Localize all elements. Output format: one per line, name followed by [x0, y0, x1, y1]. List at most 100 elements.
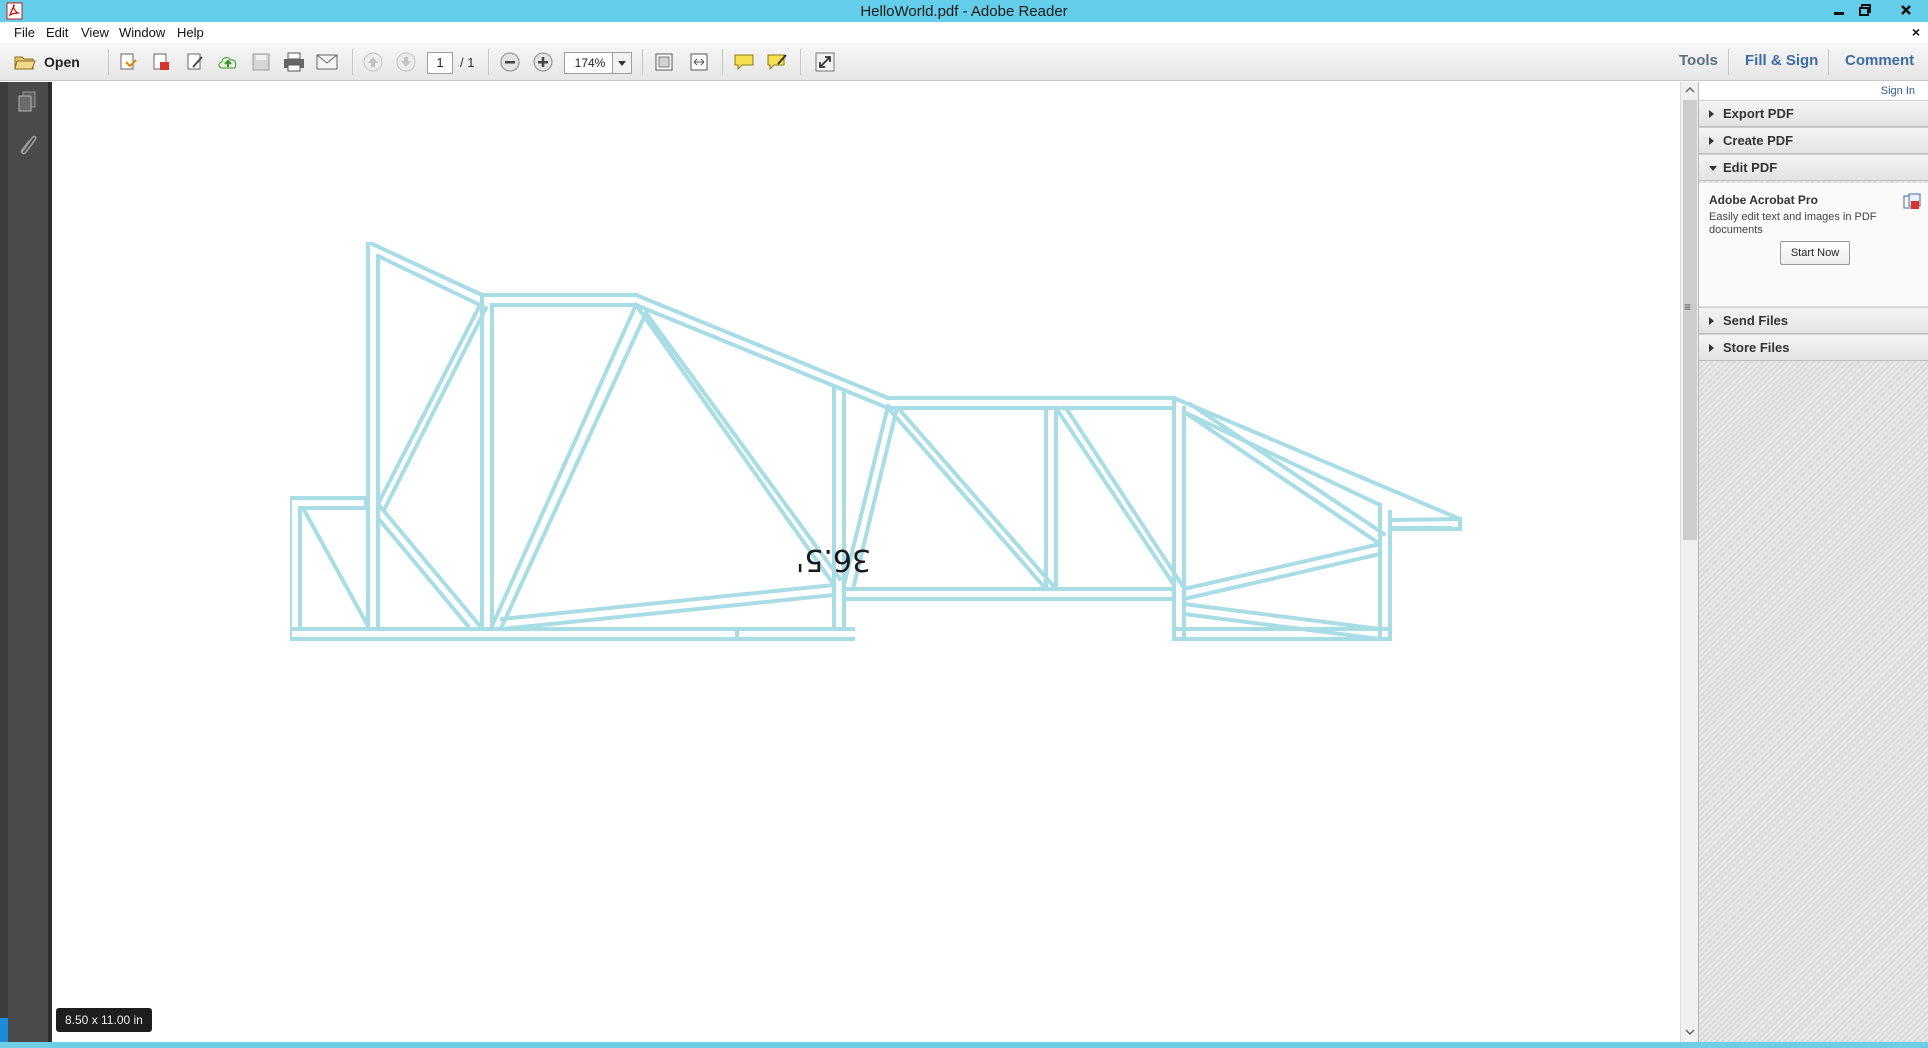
navigation-pane [0, 82, 48, 1048]
page-total: / 1 [460, 55, 475, 70]
cloud-upload-icon [218, 57, 237, 69]
expand-triangle-icon [1709, 317, 1714, 325]
chevron-down-icon [1685, 1029, 1695, 1035]
page-number-input[interactable]: 1 [427, 52, 453, 74]
fit-page-icon [655, 53, 673, 71]
expand-icon [815, 52, 835, 72]
section-send-files[interactable]: Send Files [1699, 307, 1928, 334]
previous-page-button[interactable] [361, 50, 385, 74]
menu-file[interactable]: File [14, 25, 35, 40]
vertical-scrollbar[interactable] [1680, 82, 1698, 1042]
promo-title: Adobe Acrobat Pro [1709, 193, 1818, 207]
title-bar: HelloWorld.pdf - Adobe Reader [0, 0, 1928, 22]
tools-panel: Sign In Export PDF Create PDF Edit PDF A… [1698, 82, 1928, 1048]
scroll-up-button[interactable] [1681, 82, 1699, 98]
panel-resize-grip-icon[interactable]: ≡ [1684, 300, 1691, 314]
scrollbar-thumb[interactable] [1683, 100, 1697, 540]
collapse-triangle-icon [1709, 166, 1717, 171]
promo-description: Easily edit text and images in PDF docum… [1709, 211, 1877, 236]
document-view[interactable]: 36.5' [48, 82, 1680, 1042]
zoom-in-button[interactable] [531, 50, 555, 74]
sign-in-link[interactable]: Sign In [1699, 82, 1928, 100]
section-store-files[interactable]: Store Files [1699, 334, 1928, 361]
section-create-pdf[interactable]: Create PDF [1699, 127, 1928, 154]
menu-view[interactable]: View [81, 25, 109, 40]
section-edit-pdf-label: Edit PDF [1723, 160, 1778, 175]
next-page-button[interactable] [394, 50, 418, 74]
highlight-text-button[interactable] [765, 50, 789, 74]
read-mode-button[interactable] [813, 50, 837, 74]
comment-tab[interactable]: Comment [1845, 52, 1914, 69]
email-button[interactable] [315, 50, 339, 74]
save-button[interactable] [249, 50, 273, 74]
toolbar-separator [108, 49, 109, 75]
page-size-badge: 8.50 x 11.00 in [56, 1008, 152, 1032]
edit-pdf-icon [187, 53, 203, 70]
export-pdf-icon [153, 53, 169, 70]
toolbar-separator [1728, 49, 1729, 75]
fill-sign-tab[interactable]: Fill & Sign [1745, 52, 1818, 69]
plus-icon [533, 52, 553, 72]
page-thumbnails-icon[interactable] [16, 90, 38, 114]
toolbar-separator [800, 49, 801, 75]
fit-page-button[interactable] [652, 50, 676, 74]
minimize-icon [1834, 12, 1844, 15]
dimension-label: 36.5' [796, 542, 872, 577]
truss-drawing [290, 242, 1463, 642]
open-button[interactable]: Open [14, 50, 80, 74]
save-icon [252, 53, 270, 71]
restore-icon [1859, 4, 1871, 16]
edit-pdf-promo: Adobe Acrobat Pro Easily edit text and i… [1699, 183, 1928, 307]
speech-bubble-icon [734, 54, 754, 71]
edit-pdf-button[interactable] [183, 50, 207, 74]
arrow-down-icon [396, 52, 416, 72]
expand-triangle-icon [1709, 344, 1714, 352]
main-toolbar: Open 1 / 1 174% Tools Fill & Sign Commen… [0, 43, 1928, 81]
acrobat-promo-icon[interactable] [1903, 193, 1921, 211]
section-export-pdf-label: Export PDF [1723, 106, 1794, 121]
section-export-pdf[interactable]: Export PDF [1699, 100, 1928, 127]
toolbar-separator [642, 49, 643, 75]
minimize-button[interactable] [1826, 0, 1852, 20]
start-now-button[interactable]: Start Now [1780, 241, 1850, 265]
adobe-reader-window: HelloWorld.pdf - Adobe Reader File Edit … [0, 0, 1928, 1048]
section-store-files-label: Store Files [1723, 340, 1790, 355]
section-edit-pdf[interactable]: Edit PDF [1699, 154, 1928, 181]
zoom-out-button[interactable] [498, 50, 522, 74]
create-pdf-icon [120, 53, 137, 70]
window-title: HelloWorld.pdf - Adobe Reader [860, 3, 1068, 20]
toolbar-separator [488, 49, 489, 75]
menu-window[interactable]: Window [119, 25, 165, 40]
menu-edit[interactable]: Edit [46, 25, 68, 40]
toolbar-separator [352, 49, 353, 75]
print-icon [284, 52, 304, 72]
fit-width-button[interactable] [687, 50, 711, 74]
tools-tab[interactable]: Tools [1679, 52, 1718, 69]
arrow-up-icon [363, 52, 383, 72]
upload-cloud-button[interactable] [216, 50, 240, 74]
close-window-button[interactable] [1890, 0, 1922, 20]
attachments-paperclip-icon[interactable] [16, 132, 38, 156]
zoom-level-input[interactable]: 174% [564, 52, 616, 74]
expand-triangle-icon [1709, 110, 1714, 118]
scroll-down-button[interactable] [1681, 1024, 1699, 1040]
section-send-files-label: Send Files [1723, 313, 1789, 328]
expand-triangle-icon [1709, 137, 1714, 145]
minus-icon [500, 52, 520, 72]
print-button[interactable] [282, 50, 306, 74]
fit-width-icon [690, 53, 708, 71]
create-pdf-button[interactable] [116, 50, 140, 74]
zoom-dropdown-button[interactable] [612, 52, 632, 74]
menu-help[interactable]: Help [177, 25, 204, 40]
close-icon [1901, 5, 1911, 15]
menu-bar: File Edit View Window Help × [0, 22, 1928, 43]
envelope-icon [316, 54, 338, 70]
chevron-down-icon [618, 60, 626, 66]
open-folder-icon [14, 56, 36, 70]
sticky-note-button[interactable] [732, 50, 756, 74]
toolbar-separator [1828, 49, 1829, 75]
toolbar-separator [722, 49, 723, 75]
export-pdf-button[interactable] [149, 50, 173, 74]
close-document-button[interactable]: × [1912, 24, 1920, 40]
restore-button[interactable] [1852, 0, 1878, 20]
